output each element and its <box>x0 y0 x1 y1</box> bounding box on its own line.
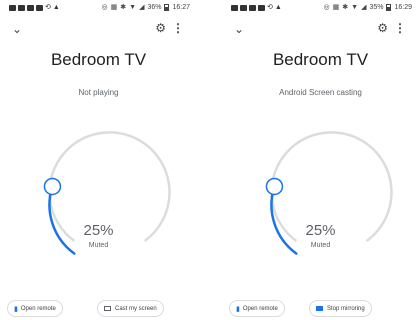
warning-icon: ▲ <box>274 4 282 11</box>
vibrate-icon: ▦ <box>110 4 118 11</box>
volume-percent: 25% <box>305 222 336 239</box>
open-remote-label: Open remote <box>242 305 278 312</box>
battery-icon <box>164 4 170 11</box>
notification-icon <box>240 5 247 11</box>
device-title: Bedroom TV <box>272 50 369 69</box>
notification-icon <box>27 5 34 11</box>
sync-icon: ⟲ <box>267 4 273 11</box>
volume-handle[interactable] <box>43 177 62 196</box>
notification-icon <box>18 5 25 11</box>
more-vert-icon[interactable]: ⋮ <box>394 22 406 34</box>
remote-icon: ▮ <box>14 305 18 313</box>
cast-my-screen-button[interactable]: Cast my screen <box>97 300 164 317</box>
sync-icon: ⟲ <box>45 4 51 11</box>
volume-handle[interactable] <box>265 177 284 196</box>
stop-mirroring-label: Stop mirroring <box>327 305 365 312</box>
system-icons: ◎ ▦ ✱ ▼ ◢ 35% 16:29 <box>324 4 412 11</box>
cast-status-icon: ◎ <box>101 4 108 11</box>
chevron-down-icon[interactable]: ⌄ <box>12 23 22 35</box>
notification-icons: ⟲ ▲ <box>231 4 282 11</box>
vibrate-icon: ▦ <box>332 4 340 11</box>
battery-percent: 36% <box>147 4 162 11</box>
top-app-bar: ⌄ ⚙ ⋮ <box>225 18 416 42</box>
playback-status: Not playing <box>78 88 119 97</box>
cast-screen-icon <box>104 306 111 311</box>
notification-icon <box>36 5 43 11</box>
notification-icon <box>249 5 256 11</box>
gear-icon[interactable]: ⚙ <box>377 22 388 34</box>
notification-icons: ⟲ ▲ <box>9 4 60 11</box>
device-title: Bedroom TV <box>50 50 147 69</box>
bluetooth-icon: ✱ <box>342 4 349 11</box>
battery-icon <box>386 4 392 11</box>
open-remote-label: Open remote <box>20 305 56 312</box>
status-time: 16:29 <box>394 4 412 11</box>
playback-status: Android Screen casting <box>279 88 362 97</box>
signal-icon: ◢ <box>361 4 367 11</box>
signal-icon: ◢ <box>139 4 145 11</box>
phone-screen-left: ⟲ ▲ ◎ ▦ ✱ ▼ ◢ 36% 16:27 ⌄ ⚙ ⋮ Bedroom TV… <box>3 0 194 320</box>
notification-icon <box>231 5 238 11</box>
open-remote-button[interactable]: ▮ Open remote <box>229 300 285 317</box>
status-bar: ⟲ ▲ ◎ ▦ ✱ ▼ ◢ 35% 16:29 <box>225 0 416 16</box>
notification-icon <box>258 5 265 11</box>
remote-icon: ▮ <box>236 305 240 313</box>
volume-percent: 25% <box>83 222 114 239</box>
muted-label: Muted <box>310 242 331 249</box>
muted-label: Muted <box>88 242 109 249</box>
open-remote-button[interactable]: ▮ Open remote <box>7 300 63 317</box>
status-time: 16:27 <box>172 4 190 11</box>
wifi-icon: ▼ <box>351 4 359 11</box>
system-icons: ◎ ▦ ✱ ▼ ◢ 36% 16:27 <box>102 4 190 11</box>
warning-icon: ▲ <box>52 4 60 11</box>
more-vert-icon[interactable]: ⋮ <box>172 22 184 34</box>
wifi-icon: ▼ <box>129 4 137 11</box>
chevron-down-icon[interactable]: ⌄ <box>234 23 244 35</box>
bluetooth-icon: ✱ <box>120 4 127 11</box>
stop-mirroring-button[interactable]: Stop mirroring <box>309 300 372 317</box>
status-bar: ⟲ ▲ ◎ ▦ ✱ ▼ ◢ 36% 16:27 <box>3 0 194 16</box>
cast-my-screen-label: Cast my screen <box>115 305 157 312</box>
phone-screen-right: ⟲ ▲ ◎ ▦ ✱ ▼ ◢ 35% 16:29 ⌄ ⚙ ⋮ Bedroom TV… <box>225 0 416 320</box>
top-app-bar: ⌄ ⚙ ⋮ <box>3 18 194 42</box>
notification-icon <box>9 5 16 11</box>
cast-status-icon: ◎ <box>323 4 330 11</box>
stop-mirroring-icon <box>316 306 323 311</box>
battery-percent: 35% <box>369 4 384 11</box>
gear-icon[interactable]: ⚙ <box>155 22 166 34</box>
